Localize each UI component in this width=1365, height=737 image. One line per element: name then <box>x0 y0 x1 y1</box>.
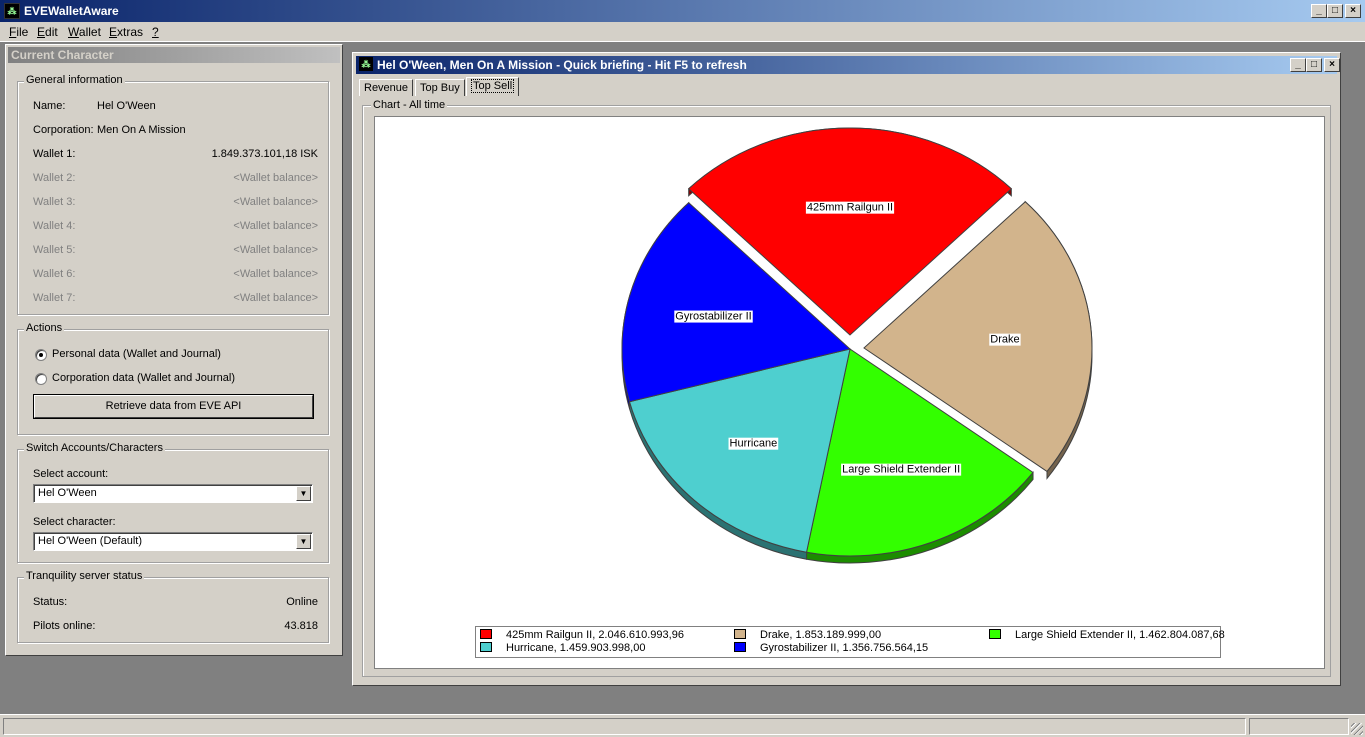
legend-text: Hurricane, 1.459.903.998,00 <box>506 642 646 654</box>
app-icon[interactable]: ⁂ <box>4 3 20 19</box>
pilots-online-value: 43.818 <box>284 620 318 632</box>
wallet-label: Wallet 2: <box>33 172 76 184</box>
child-maximize-button[interactable]: □ <box>1306 58 1322 72</box>
legend-swatch <box>989 629 1001 639</box>
legend-text: Large Shield Extender II, 1.462.804.087,… <box>1015 629 1225 641</box>
status-panel-aux <box>1249 718 1349 735</box>
chevron-down-icon[interactable]: ▼ <box>296 486 311 501</box>
current-character-panel: Current Character General information Na… <box>5 44 343 656</box>
main-title-bar[interactable]: ⁂ EVEWalletAware _ □ × <box>0 0 1365 22</box>
radio-selected-dot <box>39 353 43 357</box>
wallet-value: 1.849.373.101,18 ISK <box>211 148 318 160</box>
pie-chart-area: 425mm Railgun II Drake Large Shield Extend… <box>374 116 1325 669</box>
account-select-value: Hel O'Ween <box>38 487 97 499</box>
wallet-label: Wallet 5: <box>33 244 76 256</box>
wallet-label: Wallet 4: <box>33 220 76 232</box>
app-title: EVEWalletAware <box>24 4 119 18</box>
server-status-legend: Tranquility server status <box>24 570 145 582</box>
tab-top-buy-label: Top Buy <box>420 82 460 94</box>
pie-chart: 425mm Railgun II Drake Large Shield Extend… <box>621 127 1093 564</box>
wallet-value: <Wallet balance> <box>233 292 318 304</box>
general-info-legend: General information <box>24 74 125 86</box>
server-status-group: Tranquility server status Status: Online… <box>17 570 329 643</box>
switch-accounts-legend: Switch Accounts/Characters <box>24 442 165 454</box>
retrieve-data-button[interactable]: Retrieve data from EVE API <box>34 395 313 418</box>
chevron-down-icon[interactable]: ▼ <box>296 534 311 549</box>
legend-item: 425mm Railgun II, 2.046.610.993,96 <box>480 629 684 641</box>
chart-frame-label: Chart - All time <box>371 99 448 111</box>
wallet-value: <Wallet balance> <box>233 220 318 232</box>
select-account-label: Select account: <box>33 468 109 480</box>
wallet-value: <Wallet balance> <box>233 172 318 184</box>
legend-item: Hurricane, 1.459.903.998,00 <box>480 642 645 654</box>
quick-briefing-window: ⁂ Hel O'Ween, Men On A Mission - Quick b… <box>352 52 1341 686</box>
actions-group: Actions Personal data (Wallet and Journa… <box>17 322 329 435</box>
corporation-data-label[interactable]: Corporation data (Wallet and Journal) <box>52 372 235 384</box>
panel-caption: Current Character <box>8 47 340 63</box>
legend-item: Large Shield Extender II, 1.462.804.087,… <box>989 629 1225 641</box>
status-label: Status: <box>33 596 68 608</box>
actions-legend: Actions <box>24 322 65 334</box>
personal-data-label[interactable]: Personal data (Wallet and Journal) <box>52 348 221 360</box>
size-grip-icon[interactable] <box>1351 723 1363 735</box>
status-bar <box>0 714 1365 737</box>
character-select-value: Hel O'Ween (Default) <box>38 535 142 547</box>
corporation-value: Men On A Mission <box>97 124 186 136</box>
legend-text: 425mm Railgun II, 2.046.610.993,96 <box>506 629 684 641</box>
tab-top-sell-label: Top Sell <box>471 79 515 93</box>
wallet-label: Wallet 3: <box>33 196 76 208</box>
menu-file[interactable]: File <box>9 25 28 39</box>
general-info-group: General information Name: Hel O'Ween Cor… <box>17 74 329 315</box>
legend-item: Drake, 1.853.189.999,00 <box>734 629 881 641</box>
legend-swatch <box>734 629 746 639</box>
menu-help[interactable]: ? <box>152 25 159 39</box>
pie-slice-label: 425mm Railgun II <box>807 202 893 214</box>
status-panel-main <box>3 718 1246 735</box>
menu-extras[interactable]: Extras <box>109 25 143 39</box>
legend-swatch <box>480 642 492 652</box>
select-character-label: Select character: <box>33 516 116 528</box>
corporation-data-radio[interactable] <box>35 373 47 385</box>
child-close-button[interactable]: × <box>1324 58 1340 72</box>
quick-briefing-title: Hel O'Ween, Men On A Mission - Quick bri… <box>377 58 747 72</box>
minimize-button[interactable]: _ <box>1311 4 1327 18</box>
corporation-label: Corporation: <box>33 124 94 136</box>
legend-swatch <box>480 629 492 639</box>
name-label: Name: <box>33 100 66 112</box>
personal-data-radio[interactable] <box>35 349 47 361</box>
window-icon[interactable]: ⁂ <box>359 57 373 71</box>
legend-item: Gyrostabilizer II, 1.356.756.564,15 <box>734 642 928 654</box>
maximize-button[interactable]: □ <box>1327 4 1343 18</box>
chart-legend: 425mm Railgun II, 2.046.610.993,96 Drake… <box>475 626 1225 658</box>
wallet-value: <Wallet balance> <box>233 196 318 208</box>
tab-top-buy[interactable]: Top Buy <box>415 79 465 96</box>
tab-revenue-label: Revenue <box>364 82 409 94</box>
wallet-label: Wallet 6: <box>33 268 76 280</box>
child-minimize-button[interactable]: _ <box>1290 58 1306 72</box>
tab-top-sell[interactable]: Top Sell <box>466 77 520 96</box>
menu-bar: File Edit Wallet Extras ? <box>0 22 1365 42</box>
pilots-online-label: Pilots online: <box>33 620 96 632</box>
wallet-value: <Wallet balance> <box>233 244 318 256</box>
legend-text: Drake, 1.853.189.999,00 <box>760 629 882 641</box>
tab-revenue[interactable]: Revenue <box>359 79 414 96</box>
account-select[interactable]: Hel O'Ween ▼ <box>33 484 313 503</box>
legend-swatch <box>734 642 746 652</box>
menu-edit[interactable]: Edit <box>37 25 58 39</box>
switch-accounts-group: Switch Accounts/Characters Select accoun… <box>17 442 329 563</box>
pie-slice-label: Hurricane <box>730 438 778 450</box>
status-value: Online <box>286 596 318 608</box>
wallet-label: Wallet 7: <box>33 292 76 304</box>
pie-slice-label: Drake <box>990 334 1019 346</box>
quick-briefing-title-bar[interactable]: ⁂ Hel O'Ween, Men On A Mission - Quick b… <box>356 56 1340 74</box>
pie-slice-label: Large Shield Extender II <box>842 464 960 476</box>
wallet-label: Wallet 1: <box>33 148 76 160</box>
menu-wallet[interactable]: Wallet <box>68 25 101 39</box>
character-select[interactable]: Hel O'Ween (Default) ▼ <box>33 532 313 551</box>
wallet-value: <Wallet balance> <box>233 268 318 280</box>
pie-slice-label: Gyrostabilizer II <box>675 311 751 323</box>
legend-text: Gyrostabilizer II, 1.356.756.564,15 <box>760 642 929 654</box>
name-value: Hel O'Ween <box>97 100 156 112</box>
close-button[interactable]: × <box>1345 4 1361 18</box>
